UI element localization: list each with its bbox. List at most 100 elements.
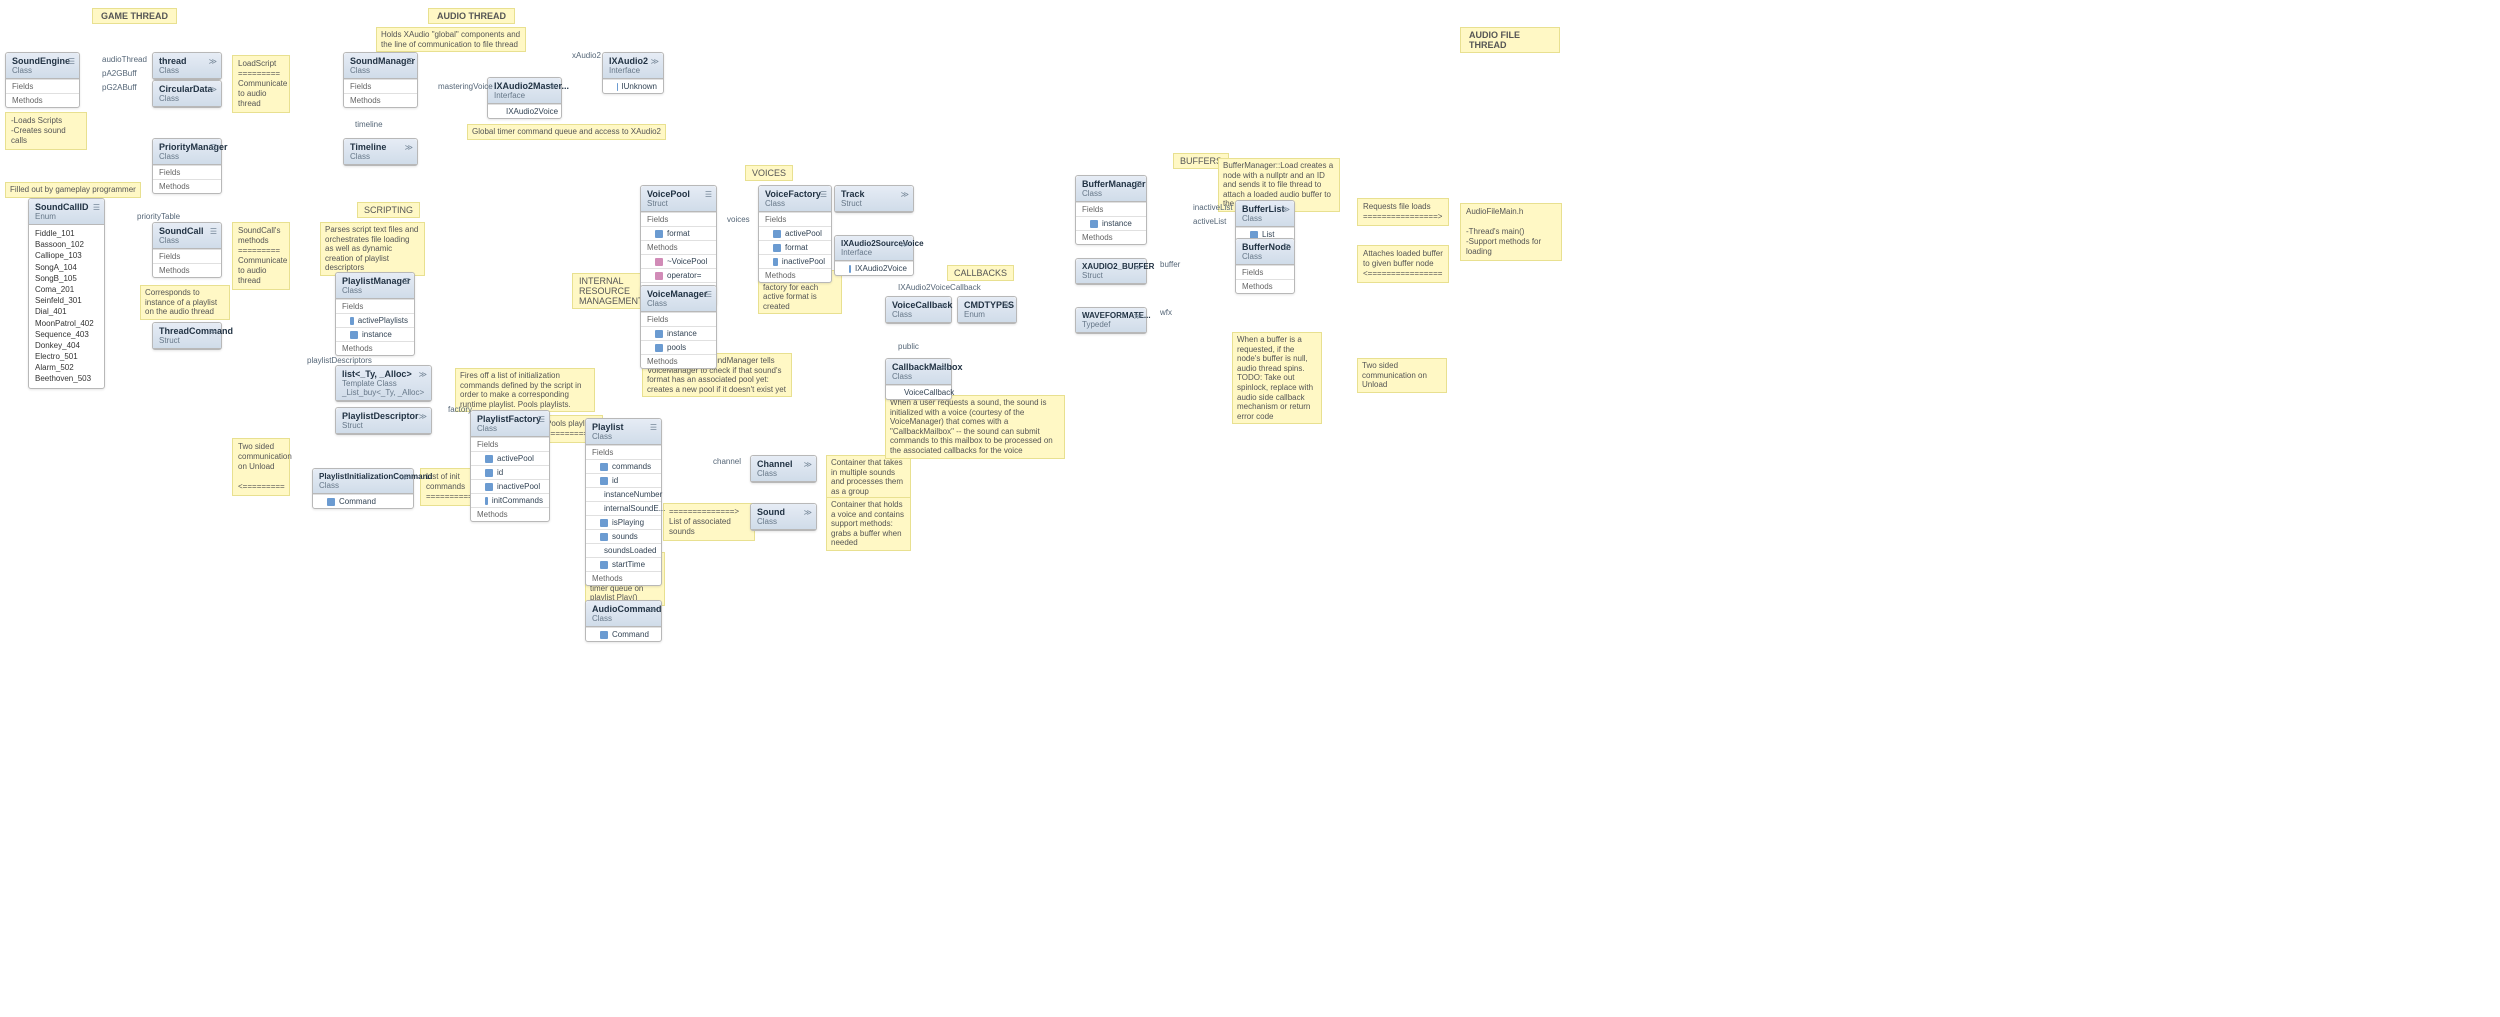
note-soundcall-corresp: Corresponds to instance of a playlist on… (140, 285, 230, 320)
class-track[interactable]: TrackStruct≫ (834, 185, 914, 213)
class-list-template[interactable]: list<_Ty, _Alloc>Template Class_List_buy… (335, 365, 432, 402)
section-scripting: SCRIPTING (357, 202, 420, 218)
field-icon (773, 230, 781, 238)
chevron-icon[interactable]: ≫ (804, 508, 812, 517)
chevron-icon[interactable]: ≫ (209, 85, 217, 94)
thread-game-label: GAME THREAD (92, 8, 177, 24)
chevron-icon[interactable]: ≫ (1134, 263, 1142, 272)
field-icon (485, 455, 493, 463)
chevron-icon[interactable]: ☰ (406, 57, 413, 66)
chevron-icon[interactable]: ☰ (705, 190, 712, 199)
edge-pg2abuff: pG2ABuff (102, 83, 137, 92)
class-ixaudio2master[interactable]: IXAudio2Master...Interface≫ IXAudio2Voic… (487, 77, 562, 119)
class-channel[interactable]: ChannelClass≫ (750, 455, 817, 483)
class-voicemanager[interactable]: VoiceManagerClass☰ Fields instance pools… (640, 285, 717, 369)
chevron-icon[interactable]: ☰ (210, 227, 217, 236)
chevron-icon[interactable]: ≫ (651, 57, 659, 66)
class-playlistfactory[interactable]: PlaylistFactoryClass☰ Fields activePool … (470, 410, 550, 522)
note-soundengine: -Loads Scripts -Creates sound calls (5, 112, 87, 150)
class-waveformatex[interactable]: WAVEFORMATE...Typedef≫ (1075, 307, 1147, 334)
class-voicefactory[interactable]: VoiceFactoryClass☰ Fields activePool for… (758, 185, 832, 283)
class-playlist[interactable]: PlaylistClass☰ Fields commands id instan… (585, 418, 662, 586)
class-audiocommand[interactable]: AudioCommandClass≫ Command (585, 600, 662, 642)
chevron-icon[interactable]: ≫ (401, 473, 409, 482)
chevron-icon[interactable]: ☰ (650, 423, 657, 432)
chevron-icon[interactable]: ☰ (93, 203, 100, 212)
edge-channel: channel (713, 457, 741, 466)
class-xaudio2buffer[interactable]: XAUDIO2_BUFFERStruct≫ (1075, 258, 1147, 285)
thread-audiofile-label: AUDIO FILE THREAD (1460, 27, 1560, 53)
class-sound[interactable]: SoundClass≫ (750, 503, 817, 531)
chevron-icon[interactable]: ≫ (419, 412, 427, 421)
chevron-icon[interactable]: ≫ (1004, 301, 1012, 310)
chevron-icon[interactable]: ≫ (549, 82, 557, 91)
class-bufferlist[interactable]: BufferListClass≫ List (1235, 200, 1295, 242)
edge-public: public (898, 342, 919, 351)
class-soundengine[interactable]: SoundEngineClass☰ Fields Methods (5, 52, 80, 108)
edge-activelist: activeList (1193, 217, 1226, 226)
class-soundcallid[interactable]: SoundCallIDEnum☰ Fiddle_101Bassoon_102 C… (28, 198, 105, 389)
class-playlistmanager[interactable]: PlaylistManagerClass☰ Fields activePlayl… (335, 272, 415, 356)
note-filledout: Filled out by gameplay programmer (5, 182, 141, 198)
class-voicecallback[interactable]: VoiceCallbackClass≫ (885, 296, 952, 324)
note-assoc-sounds: ==============> List of associated sound… (663, 503, 755, 541)
note-buffernode: When a buffer is a requested, if the nod… (1232, 332, 1322, 424)
arrow-icon (849, 265, 851, 273)
chevron-icon[interactable]: ≫ (209, 57, 217, 66)
edge-voices: voices (727, 215, 750, 224)
class-soundmanager[interactable]: SoundManagerClass☰ Fields Methods (343, 52, 418, 108)
chevron-icon[interactable]: ≫ (209, 327, 217, 336)
chevron-icon[interactable]: ☰ (705, 290, 712, 299)
field-icon (350, 331, 358, 339)
edge-buffer: buffer (1160, 260, 1180, 269)
class-threadcommand[interactable]: ThreadCommandStruct≫ (152, 322, 222, 350)
class-callbackmailbox[interactable]: CallbackMailboxClass≫ VoiceCallback (885, 358, 952, 400)
class-thread[interactable]: threadClass≫ (152, 52, 222, 80)
class-ixaudio2[interactable]: IXAudio2Interface≫ IUnknown (602, 52, 664, 94)
class-buffermanager[interactable]: BufferManagerClass☰ Fields instance Meth… (1075, 175, 1147, 245)
arrow-icon (600, 631, 608, 639)
edge-prioritytable: priorityTable (137, 212, 180, 221)
note-attaches: Attaches loaded buffer to given buffer n… (1357, 245, 1449, 283)
chevron-icon[interactable]: ≫ (939, 363, 947, 372)
class-ixaudio2sourcevoice[interactable]: IXAudio2SourceVoiceInterface≫ IXAudio2Vo… (834, 235, 914, 276)
chevron-icon[interactable]: ☰ (820, 190, 827, 199)
class-prioritymanager[interactable]: PriorityManagerClass☰ Fields Methods (152, 138, 222, 194)
class-playlistdescriptor[interactable]: PlaylistDescriptorStruct≫ (335, 407, 432, 435)
enum-members: Fiddle_101Bassoon_102 Calliope_103SongA_… (29, 225, 104, 388)
chevron-icon[interactable]: ≫ (1282, 205, 1290, 214)
chevron-icon[interactable]: ☰ (1135, 180, 1142, 189)
chevron-icon[interactable]: ≫ (1134, 312, 1142, 321)
class-buffernode[interactable]: BufferNodeClass☰ Fields Methods (1235, 238, 1295, 294)
chevron-icon[interactable]: ☰ (538, 415, 545, 424)
field-icon (600, 533, 608, 541)
class-playlistinit[interactable]: PlaylistInitializationCommandClass≫ Comm… (312, 468, 414, 509)
edge-pa2gbuff: pA2GBuff (102, 69, 137, 78)
class-cmdtypes[interactable]: CMDTYPESEnum≫ (957, 296, 1017, 324)
class-timeline[interactable]: TimelineClass≫ (343, 138, 418, 166)
note-channel: Container that takes in multiple sounds … (826, 455, 911, 499)
chevron-icon[interactable]: ≫ (419, 370, 427, 379)
chevron-icon[interactable]: ≫ (804, 460, 812, 469)
edge-audiothread: audioThread (102, 55, 147, 64)
section-voices: VOICES (745, 165, 793, 181)
chevron-icon[interactable]: ≫ (405, 143, 413, 152)
chevron-icon[interactable]: ≫ (649, 605, 657, 614)
class-soundcall[interactable]: SoundCallClass☰ Fields Methods (152, 222, 222, 278)
field-icon (600, 519, 608, 527)
chevron-icon[interactable]: ☰ (403, 277, 410, 286)
thread-audio-label: AUDIO THREAD (428, 8, 515, 24)
note-unload1: Two sided communication on Unload <=====… (232, 438, 290, 496)
note-audio-header: Holds XAudio "global" components and the… (376, 27, 526, 52)
chevron-icon[interactable]: ≫ (939, 301, 947, 310)
chevron-icon[interactable]: ≫ (901, 240, 909, 249)
edge-playlistdescriptors: playlistDescriptors (307, 356, 372, 365)
field-icon (485, 469, 493, 477)
chevron-icon[interactable]: ☰ (210, 143, 217, 152)
field-icon (1090, 220, 1098, 228)
field-icon (600, 463, 608, 471)
chevron-icon[interactable]: ≫ (901, 190, 909, 199)
chevron-icon[interactable]: ☰ (68, 57, 75, 66)
class-circulardata[interactable]: CircularDataClass≫ (152, 80, 222, 108)
chevron-icon[interactable]: ☰ (1283, 243, 1290, 252)
